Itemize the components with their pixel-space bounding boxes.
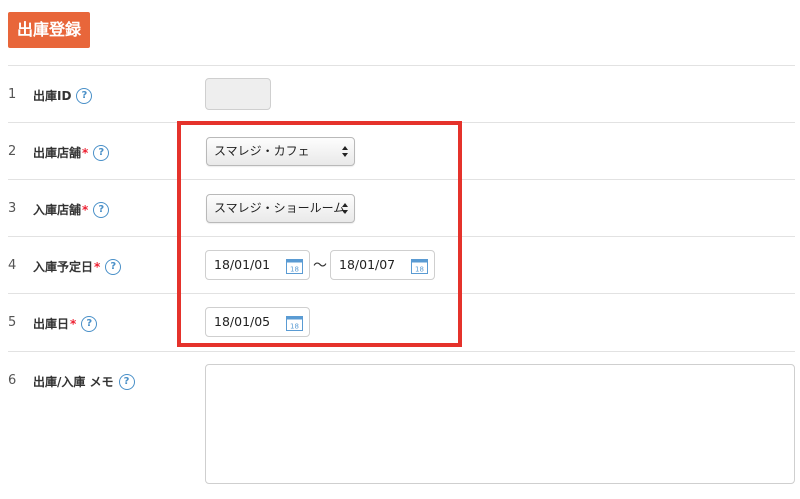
row-number: 3 bbox=[8, 201, 17, 216]
row-number: 1 bbox=[8, 87, 17, 102]
row-label-destination-store: 入庫店舗 * ? bbox=[33, 201, 110, 218]
row-number: 5 bbox=[8, 315, 17, 330]
help-icon[interactable]: ? bbox=[105, 258, 122, 275]
row-label-memo: 出庫/入庫 メモ ? bbox=[33, 373, 135, 390]
row-label-source-store: 出庫店舗 * ? bbox=[33, 144, 110, 161]
row-number: 6 bbox=[8, 373, 17, 388]
required-mark: * bbox=[82, 145, 89, 160]
label-text: 出庫/入庫 メモ bbox=[33, 375, 114, 389]
highlight-box bbox=[177, 121, 462, 347]
shipment-id-field bbox=[205, 78, 271, 110]
help-icon[interactable]: ? bbox=[93, 201, 110, 218]
row-label-scheduled-date: 入庫予定日 * ? bbox=[33, 258, 122, 275]
label-text: 出庫日 bbox=[33, 317, 70, 331]
divider bbox=[8, 351, 795, 352]
label-text: 出庫店舗 bbox=[33, 146, 82, 160]
row-number: 2 bbox=[8, 144, 17, 159]
help-icon[interactable]: ? bbox=[118, 373, 135, 390]
row-label-shipment-id: 出庫ID ? bbox=[33, 87, 93, 104]
label-text: 出庫ID bbox=[33, 89, 72, 103]
required-mark: * bbox=[94, 259, 101, 274]
required-mark: * bbox=[82, 202, 89, 217]
page-title: 出庫登録 bbox=[8, 12, 91, 48]
divider bbox=[8, 65, 795, 66]
help-icon[interactable]: ? bbox=[76, 87, 93, 104]
required-mark: * bbox=[70, 316, 77, 331]
row-number: 4 bbox=[8, 258, 17, 273]
help-icon[interactable]: ? bbox=[93, 144, 110, 161]
label-text: 入庫店舗 bbox=[33, 203, 82, 217]
row-label-shipment-date: 出庫日 * ? bbox=[33, 315, 98, 332]
help-icon[interactable]: ? bbox=[81, 315, 98, 332]
label-text: 入庫予定日 bbox=[33, 260, 94, 274]
memo-textarea[interactable] bbox=[205, 364, 795, 484]
